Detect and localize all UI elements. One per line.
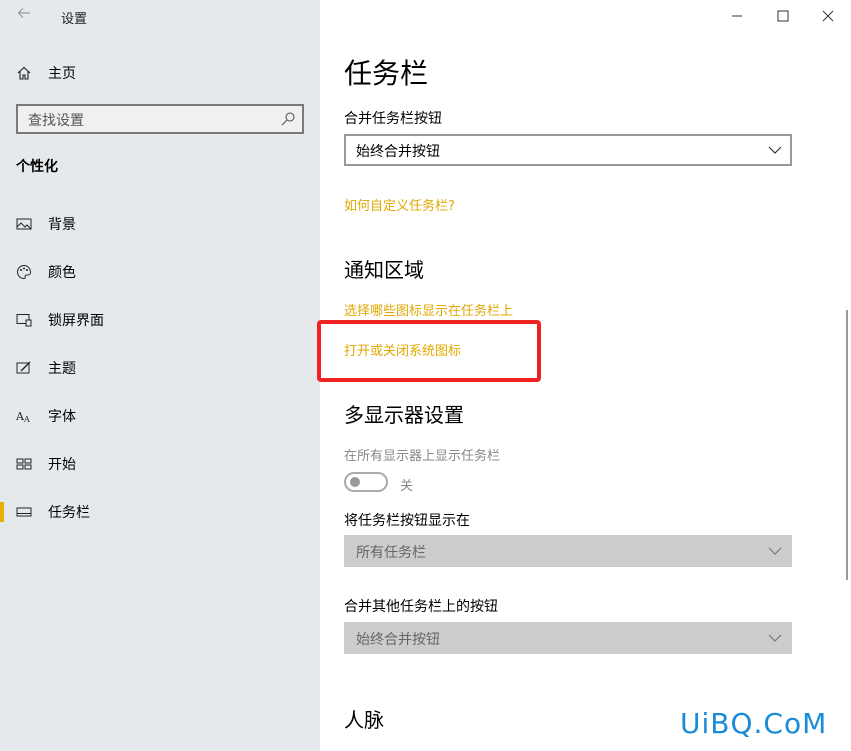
chevron-down-icon (768, 146, 782, 154)
start-icon (16, 458, 32, 470)
sidebar-item-start[interactable]: 开始 (0, 444, 320, 484)
minimize-button[interactable] (714, 0, 760, 32)
theme-icon (16, 361, 31, 374)
combine-label: 合并任务栏按钮 (344, 111, 442, 127)
sidebar-item-colors[interactable]: 颜色 (0, 252, 320, 292)
arrow-left-icon (17, 8, 30, 18)
highlight-box (317, 320, 541, 382)
font-icon: AA (16, 410, 30, 424)
picture-icon (16, 218, 32, 230)
taskbar-icon (16, 507, 32, 517)
sidebar: 设置 主页 查找设置 个性化 背景 颜色 锁屏界面 主题 AA 字体 开始 任务… (0, 0, 320, 751)
chevron-down-icon (768, 547, 782, 555)
app-title: 设置 (61, 12, 88, 27)
maximize-button[interactable] (760, 0, 806, 32)
show-buttons-value: 所有任务栏 (356, 545, 426, 561)
chevron-down-icon (768, 634, 782, 642)
show-all-displays-label: 在所有显示器上显示任务栏 (344, 449, 501, 464)
home-label: 主页 (48, 66, 76, 82)
sidebar-item-label: 颜色 (48, 265, 76, 281)
selection-indicator (0, 502, 4, 522)
close-button[interactable] (805, 0, 851, 32)
group-heading: 个性化 (16, 159, 58, 175)
search-placeholder: 查找设置 (28, 113, 84, 129)
home-link[interactable]: 主页 (16, 62, 76, 84)
close-icon (822, 10, 834, 22)
maximize-icon (777, 10, 789, 22)
scrollbar[interactable] (846, 310, 848, 580)
multi-display-heading: 多显示器设置 (344, 403, 464, 427)
combine-other-value: 始终合并按钮 (356, 632, 440, 648)
toggle-state-label: 关 (400, 479, 414, 494)
page-title: 任务栏 (344, 57, 429, 90)
search-input[interactable]: 查找设置 (16, 104, 304, 134)
sidebar-item-lock-screen[interactable]: 锁屏界面 (0, 300, 320, 340)
palette-icon (17, 264, 32, 280)
show-all-displays-toggle[interactable] (344, 472, 388, 492)
sidebar-item-label: 锁屏界面 (48, 313, 104, 329)
home-icon (17, 66, 31, 80)
people-heading: 人脉 (344, 708, 384, 732)
sidebar-item-label: 开始 (48, 457, 76, 473)
minimize-icon (732, 15, 742, 17)
sidebar-item-background[interactable]: 背景 (0, 204, 320, 244)
svg-text:A: A (23, 415, 30, 424)
sidebar-item-label: 任务栏 (48, 505, 90, 521)
customize-taskbar-link[interactable]: 如何自定义任务栏? (344, 195, 455, 214)
notification-area-heading: 通知区域 (344, 258, 424, 282)
combine-select[interactable]: 始终合并按钮 (344, 134, 792, 166)
choose-icons-link[interactable]: 选择哪些图标显示在任务栏上 (344, 300, 513, 319)
combine-other-select[interactable]: 始终合并按钮 (344, 622, 792, 654)
sidebar-item-fonts[interactable]: AA 字体 (0, 396, 320, 436)
combine-value: 始终合并按钮 (356, 144, 440, 160)
lock-screen-icon (16, 314, 32, 327)
sidebar-item-label: 主题 (48, 361, 76, 377)
watermark: UiBQ.CoM (680, 707, 828, 740)
show-buttons-label: 将任务栏按钮显示在 (344, 513, 470, 529)
sidebar-item-label: 字体 (48, 409, 76, 425)
search-icon (281, 112, 295, 126)
sidebar-item-taskbar[interactable]: 任务栏 (0, 492, 320, 532)
back-button[interactable] (10, 4, 38, 28)
combine-other-label: 合并其他任务栏上的按钮 (344, 599, 498, 615)
title-bar: 设置 (0, 0, 320, 32)
sidebar-item-label: 背景 (48, 217, 76, 233)
sidebar-item-themes[interactable]: 主题 (0, 348, 320, 388)
toggle-knob (350, 477, 360, 487)
show-buttons-select[interactable]: 所有任务栏 (344, 535, 792, 567)
